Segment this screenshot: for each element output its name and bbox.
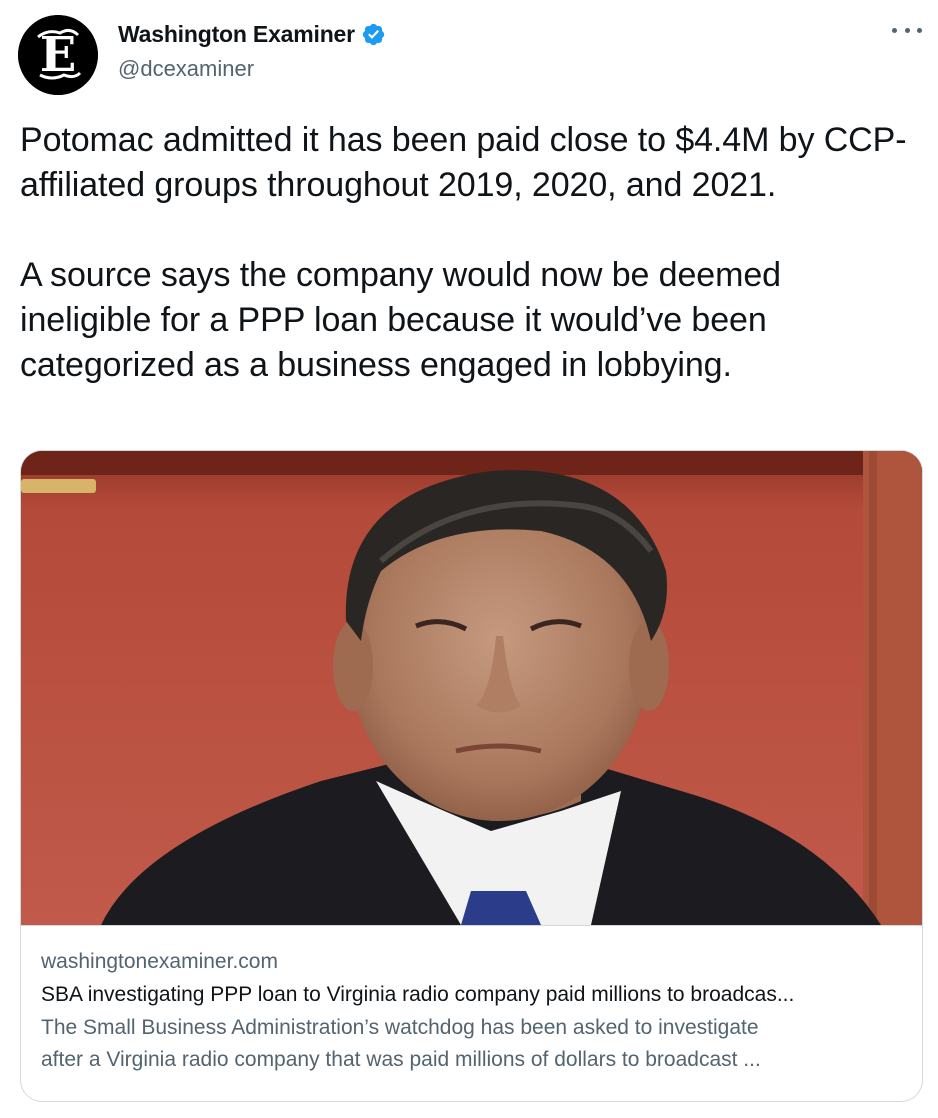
tweet[interactable]: E Washington Examiner @dcexaminer Potoma… [0, 0, 938, 1118]
tweet-paragraph: Potomac admitted it has been paid close … [20, 121, 907, 204]
user-handle[interactable]: @dcexaminer [118, 56, 386, 82]
tweet-paragraph: A source says the company would now be d… [20, 256, 781, 384]
verified-badge-icon [361, 22, 386, 47]
portrait-photo-image [21, 451, 922, 925]
display-name[interactable]: Washington Examiner [118, 21, 355, 48]
name-row: Washington Examiner [118, 21, 386, 48]
card-image[interactable] [21, 451, 922, 925]
link-preview-card[interactable]: washingtonexaminer.com SBA investigating… [20, 450, 923, 1102]
card-meta[interactable]: washingtonexaminer.com SBA investigating… [21, 925, 922, 1101]
tweet-text: Potomac admitted it has been paid close … [20, 118, 915, 388]
card-description-line: after a Virginia radio company that was … [41, 1048, 761, 1071]
card-domain: washingtonexaminer.com [41, 950, 278, 973]
more-options-icon[interactable] [892, 20, 922, 40]
avatar[interactable]: E [18, 15, 98, 95]
tweet-header: E Washington Examiner @dcexaminer [18, 15, 386, 95]
logo-glyph: E [40, 27, 77, 83]
washington-examiner-logo-icon: E [18, 15, 98, 95]
dot [904, 27, 910, 33]
card-title[interactable]: SBA investigating PPP loan to Virginia r… [41, 980, 901, 1010]
card-description: The Small Business Administration’s watc… [41, 1012, 901, 1076]
dot [917, 27, 922, 33]
dot [892, 27, 897, 33]
user-info: Washington Examiner @dcexaminer [118, 21, 386, 82]
card-description-line: The Small Business Administration’s watc… [41, 1016, 759, 1039]
